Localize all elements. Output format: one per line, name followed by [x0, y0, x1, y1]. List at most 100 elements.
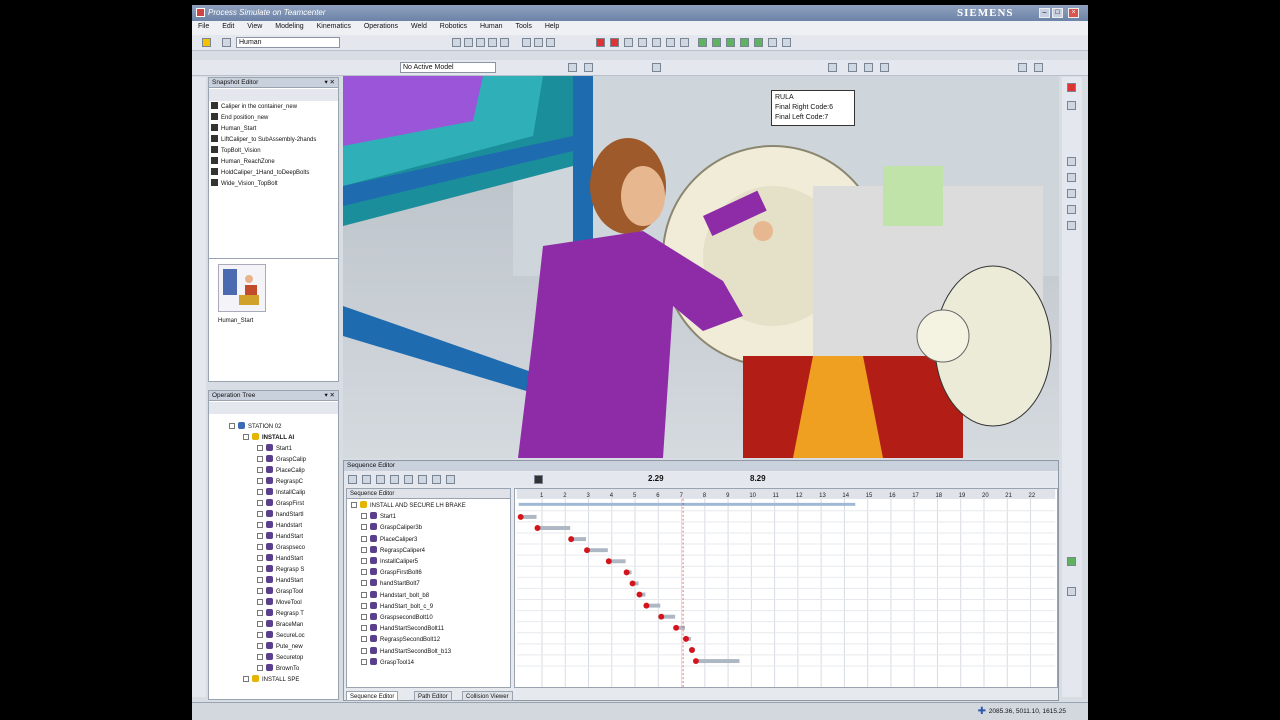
- expand-icon[interactable]: [243, 434, 249, 440]
- sequence-row[interactable]: HandStartSecondBolt_b13: [361, 646, 451, 658]
- expand-icon[interactable]: [257, 467, 263, 473]
- close-button[interactable]: ×: [1068, 8, 1079, 18]
- menu-human[interactable]: Human: [474, 21, 508, 30]
- gear-icon[interactable]: [652, 63, 661, 72]
- expand-icon[interactable]: [257, 632, 263, 638]
- shape5-icon[interactable]: [680, 38, 689, 47]
- sim5-icon[interactable]: [754, 38, 763, 47]
- expand-icon[interactable]: [361, 524, 367, 531]
- tree-row[interactable]: InstallCalip: [257, 488, 305, 499]
- tool-icon[interactable]: [1067, 173, 1076, 182]
- tree-row[interactable]: Regrasp S: [257, 565, 304, 576]
- menu-tools[interactable]: Tools: [510, 21, 537, 30]
- tree-row[interactable]: HandStart: [257, 554, 303, 565]
- sequence-row[interactable]: handStartBolt7: [361, 579, 420, 590]
- expand-icon[interactable]: [257, 456, 263, 462]
- expand-icon[interactable]: [257, 511, 263, 517]
- tool-icon[interactable]: [1067, 189, 1076, 198]
- tool-icon[interactable]: [1067, 83, 1076, 92]
- tree-row[interactable]: HandStart: [257, 576, 303, 587]
- tree-row[interactable]: GraspTool: [257, 587, 303, 598]
- menu-robotics[interactable]: Robotics: [434, 21, 472, 30]
- tool-icon[interactable]: [1067, 221, 1076, 230]
- tool-icon[interactable]: [1067, 587, 1076, 596]
- tree-row[interactable]: MoveTool: [257, 598, 302, 609]
- expand-icon[interactable]: [361, 614, 367, 620]
- sequence-row[interactable]: PlaceCaliper3: [361, 534, 417, 546]
- fit-icon[interactable]: [534, 38, 543, 47]
- unlink-icon[interactable]: [446, 475, 455, 484]
- filter-combo[interactable]: No Active Model: [400, 62, 496, 73]
- sim7-icon[interactable]: [782, 38, 791, 47]
- snapshot-thumbnail[interactable]: [218, 264, 266, 312]
- object-combo[interactable]: Human: [236, 37, 340, 48]
- cross-icon[interactable]: [568, 63, 577, 72]
- menu-weld[interactable]: Weld: [405, 21, 432, 30]
- expand-icon[interactable]: [257, 544, 263, 550]
- sequence-row[interactable]: GraspCaliper3b: [361, 523, 422, 534]
- list-item[interactable]: HoldCaliper_1Hand_toDeepBolts: [211, 168, 309, 178]
- expand-icon[interactable]: [257, 478, 263, 484]
- tool-icon[interactable]: [1067, 101, 1076, 110]
- tab-collision-viewer[interactable]: Collision Viewer: [462, 691, 513, 701]
- list-item[interactable]: Wide_Vision_TopBolt: [211, 179, 278, 189]
- minimize-button[interactable]: –: [1039, 8, 1050, 18]
- tree-row[interactable]: BrownTo: [257, 664, 299, 675]
- zoom-icon[interactable]: [418, 475, 427, 484]
- stop-icon[interactable]: [534, 475, 543, 484]
- list-item[interactable]: LiftCaliper_to SubAssembly-2hands: [211, 135, 316, 145]
- snap-icon[interactable]: [584, 63, 593, 72]
- sequence-row[interactable]: INSTALL AND SECURE LH BRAKE: [351, 501, 466, 512]
- nav2-icon[interactable]: [1034, 63, 1043, 72]
- step-back-icon[interactable]: [362, 475, 371, 484]
- gantt-chart[interactable]: 1 2 3 4 5 6 7 8 9 10 11 12 13 14 15 16 17 18 19 20 21 22: [514, 488, 1058, 688]
- tree-row[interactable]: HandStart: [257, 532, 303, 543]
- expand-icon[interactable]: [257, 577, 263, 583]
- shape-icon[interactable]: [624, 38, 633, 47]
- sequence-row[interactable]: InstallCaliper5: [361, 557, 418, 568]
- sequence-row[interactable]: GraspTool14: [361, 657, 414, 669]
- panel-close-icon[interactable]: ▾ ✕: [324, 78, 335, 88]
- tree-row[interactable]: Graspseco: [257, 543, 305, 554]
- expand-icon[interactable]: [257, 599, 263, 605]
- list-item[interactable]: End position_new: [211, 113, 268, 123]
- expand-icon[interactable]: [361, 658, 367, 665]
- tab-sequence-editor[interactable]: Sequence Editor: [346, 691, 399, 701]
- sequence-row[interactable]: GraspFirstBolt6: [361, 568, 422, 579]
- menu-kinematics[interactable]: Kinematics: [311, 21, 356, 30]
- stop-icon[interactable]: [610, 38, 619, 47]
- rewind-icon[interactable]: [348, 475, 357, 484]
- axis3-icon[interactable]: [880, 63, 889, 72]
- link-icon[interactable]: [432, 475, 441, 484]
- sequence-row[interactable]: HandStartSecondBolt11: [361, 624, 444, 635]
- shape2-icon[interactable]: [638, 38, 647, 47]
- tree-row[interactable]: STATION 02: [229, 422, 281, 433]
- expand-icon[interactable]: [361, 546, 367, 553]
- tree-row[interactable]: Handstart: [257, 521, 302, 532]
- sequence-row[interactable]: RegraspSecondBolt12: [361, 635, 440, 646]
- expand-icon[interactable]: [257, 555, 263, 561]
- menu-view[interactable]: View: [241, 21, 267, 30]
- menu-modeling[interactable]: Modeling: [269, 21, 308, 30]
- tool-icon[interactable]: [1067, 205, 1076, 214]
- shape4-icon[interactable]: [666, 38, 675, 47]
- tree-row[interactable]: PlaceCalip: [257, 466, 305, 477]
- expand-icon[interactable]: [361, 513, 367, 520]
- back-arrow-icon[interactable]: [202, 38, 211, 47]
- sequence-row[interactable]: RegraspCaliper4: [361, 545, 425, 557]
- tree-row[interactable]: SecureLoc: [257, 631, 305, 642]
- expand-icon[interactable]: [361, 591, 367, 598]
- record-icon[interactable]: [596, 38, 605, 47]
- tree-row[interactable]: Start1: [257, 444, 292, 455]
- move-icon[interactable]: [464, 38, 473, 47]
- sim6-icon[interactable]: [768, 38, 777, 47]
- menu-operations[interactable]: Operations: [358, 21, 403, 30]
- tool-icon[interactable]: [1067, 557, 1076, 566]
- tree-row[interactable]: GraspCalip: [257, 455, 306, 466]
- expand-icon[interactable]: [257, 500, 263, 506]
- expand-icon[interactable]: [361, 636, 367, 643]
- tab-path-editor[interactable]: Path Editor: [414, 691, 452, 701]
- expand-icon[interactable]: [361, 558, 367, 564]
- expand-icon[interactable]: [361, 647, 367, 654]
- expand-icon[interactable]: [361, 569, 367, 576]
